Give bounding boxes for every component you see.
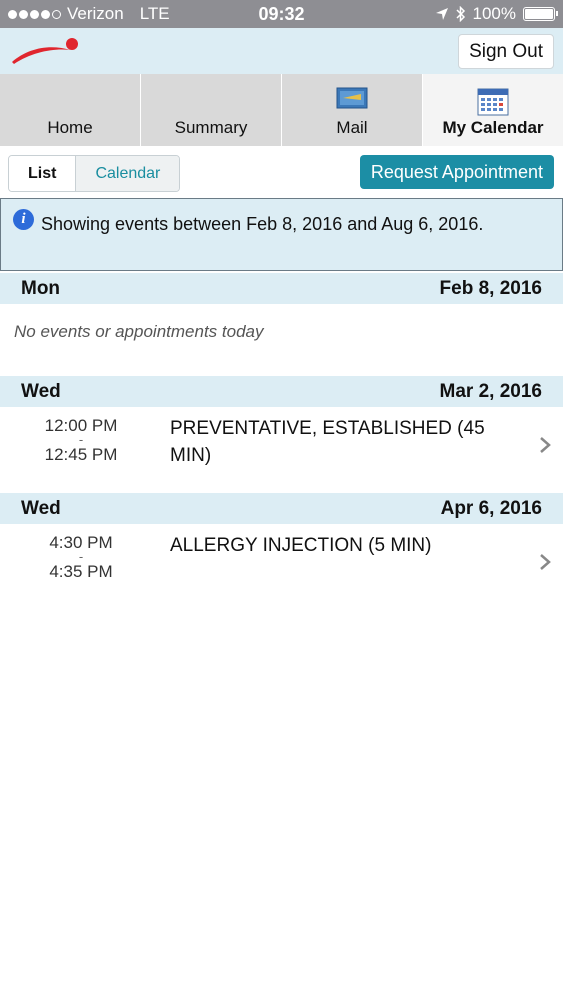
- sign-out-button[interactable]: Sign Out: [458, 34, 554, 69]
- bluetooth-icon: [455, 6, 465, 22]
- location-arrow-icon: [435, 8, 448, 20]
- battery-percent: 100%: [472, 4, 516, 23]
- day-of-week: Mon: [21, 278, 61, 299]
- list-view-button[interactable]: List: [9, 156, 76, 191]
- tab-mail[interactable]: Mail: [282, 74, 423, 146]
- day-date: Mar 2, 2016: [439, 381, 542, 402]
- view-toggle: List Calendar: [8, 155, 181, 192]
- battery-icon: [523, 7, 558, 21]
- day-of-week: Wed: [21, 381, 61, 402]
- tab-my-calendar[interactable]: My Calendar: [423, 74, 563, 146]
- info-icon: i: [13, 209, 34, 230]
- chevron-right-icon: [540, 554, 551, 570]
- appointment-title: ALLERGY INJECTION (5 MIN): [170, 535, 432, 556]
- tab-summary-label: Summary: [174, 118, 248, 137]
- day-header: Wed Apr 6, 2016: [0, 493, 563, 524]
- request-appointment-button[interactable]: Request Appointment: [359, 155, 554, 189]
- calendar-toolbar: List Calendar Request Appointment: [0, 146, 563, 198]
- no-events-message: No events or appointments today: [14, 322, 264, 341]
- tab-home[interactable]: Home: [0, 74, 141, 146]
- appointment-end-time: 12:45 PM: [44, 445, 118, 464]
- main-nav-tabs: Home Summary Mail My Calendar: [0, 74, 563, 146]
- app-header: Sign Out: [0, 28, 563, 74]
- calendar-view-button[interactable]: Calendar: [75, 156, 180, 191]
- tab-my-calendar-label: My Calendar: [442, 118, 544, 137]
- date-range-banner: i Showing events between Feb 8, 2016 and…: [0, 198, 563, 271]
- day-date: Apr 6, 2016: [440, 498, 542, 519]
- day-date: Feb 8, 2016: [439, 278, 542, 299]
- tab-home-label: Home: [47, 118, 93, 137]
- tab-summary[interactable]: Summary: [141, 74, 282, 146]
- day-header: Wed Mar 2, 2016: [0, 376, 563, 407]
- chevron-right-icon: [540, 437, 551, 453]
- status-bar: Verizon LTE 09:32 100%: [0, 0, 563, 28]
- appointment-times: 12:00 PM - 12:45 PM: [34, 417, 128, 463]
- mail-icon: [336, 87, 368, 109]
- day-header: Mon Feb 8, 2016: [0, 273, 563, 304]
- status-right: 100%: [435, 4, 558, 24]
- tab-mail-label: Mail: [336, 118, 368, 137]
- appointment-row[interactable]: 12:00 PM - 12:45 PM PREVENTATIVE, ESTABL…: [0, 407, 563, 491]
- date-range-text: Showing events between Feb 8, 2016 and A…: [41, 214, 484, 234]
- day-of-week: Wed: [21, 498, 61, 519]
- calendar-icon: [477, 88, 509, 116]
- appointment-title: PREVENTATIVE, ESTABLISHED (45 MIN): [170, 418, 485, 466]
- swoosh-figure-logo: [12, 38, 78, 64]
- appointment-row[interactable]: 4:30 PM - 4:35 PM ALLERGY INJECTION (5 M…: [0, 524, 563, 608]
- appointment-end-time: 4:35 PM: [49, 562, 113, 581]
- appointment-times: 4:30 PM - 4:35 PM: [34, 534, 128, 580]
